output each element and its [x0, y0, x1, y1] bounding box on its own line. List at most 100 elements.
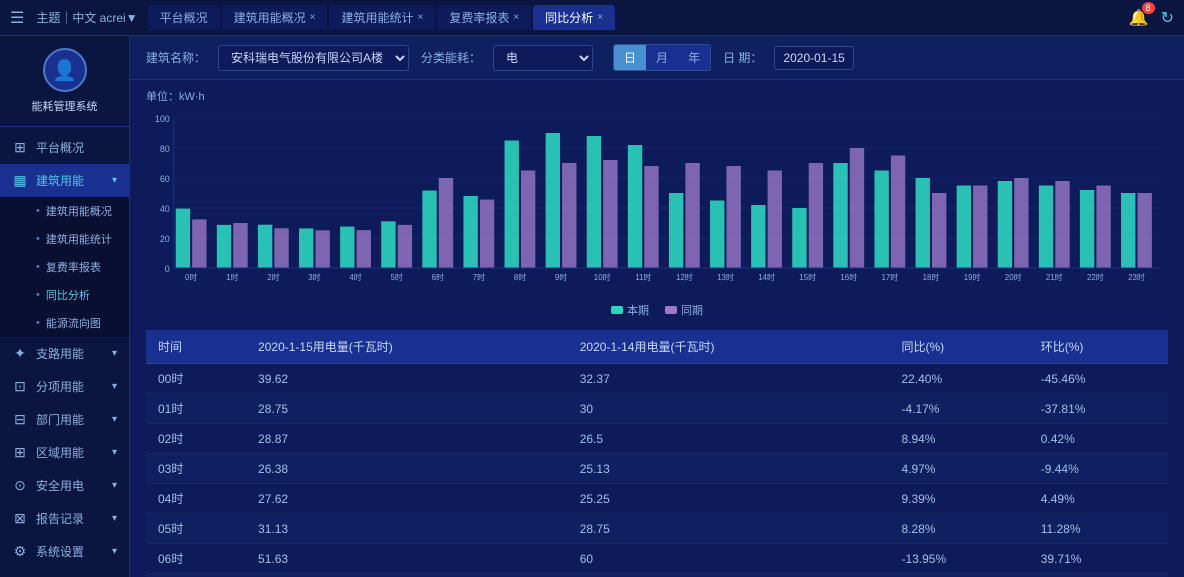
top-tab[interactable]: 平台概况: [148, 5, 220, 30]
sidebar-icon: ⊠: [12, 510, 28, 527]
notification-icon[interactable]: 🔔 8: [1129, 8, 1149, 28]
svg-text:16时: 16时: [840, 272, 857, 282]
theme-label[interactable]: 主题｜中文 acrei▼: [36, 9, 137, 26]
close-tab-icon[interactable]: ×: [417, 12, 423, 23]
table-cell: 07时: [146, 574, 246, 577]
close-tab-icon[interactable]: ×: [310, 12, 316, 23]
table-cell: 06时: [146, 544, 246, 574]
table-cell: 4.97%: [889, 454, 1028, 484]
svg-text:5时: 5时: [391, 272, 403, 282]
table-cell: 30: [568, 394, 890, 424]
svg-text:20: 20: [160, 234, 170, 244]
top-bar: ☰ 主题｜中文 acrei▼ 平台概况建筑用能概况×建筑用能统计×复费率报表×同…: [0, 0, 1184, 36]
sidebar-item[interactable]: ▦ 建筑用能 ▾: [0, 164, 129, 197]
sidebar-item[interactable]: ⚙ 系统设置 ▾: [0, 535, 129, 568]
sidebar-sub-item[interactable]: 建筑用能概况: [28, 197, 129, 225]
legend-current-dot: [611, 306, 623, 314]
table-cell: 9.39%: [889, 484, 1028, 514]
svg-text:9时: 9时: [555, 272, 567, 282]
content-area: 建筑名称： 安科瑞电气股份有限公司A楼 分类能耗： 电 日 月 年 日 期： 2…: [130, 36, 1184, 577]
sidebar: 👤 能耗管理系统 ⊞ 平台概况 ▦ 建筑用能 ▾建筑用能概况建筑用能统计复费率报…: [0, 36, 130, 577]
sidebar-item[interactable]: ⊞ 区域用能 ▾: [0, 436, 129, 469]
filter-bar: 建筑名称： 安科瑞电气股份有限公司A楼 分类能耗： 电 日 月 年 日 期： 2…: [130, 36, 1184, 80]
sidebar-item[interactable]: ⊠ 报告记录 ▾: [0, 502, 129, 535]
table-cell: -13.95%: [889, 544, 1028, 574]
sidebar-sub-item[interactable]: 建筑用能统计: [28, 225, 129, 253]
hamburger-icon[interactable]: ☰: [10, 8, 24, 28]
table-header: 环比(%): [1029, 330, 1168, 364]
svg-text:23时: 23时: [1128, 272, 1145, 282]
table-cell: 45.63: [568, 574, 890, 577]
svg-text:4时: 4时: [349, 272, 361, 282]
sidebar-item-label: 支路用能: [36, 345, 84, 362]
close-tab-icon[interactable]: ×: [597, 12, 603, 23]
refresh-icon[interactable]: ↻: [1161, 8, 1174, 28]
unit-label: 单位：kW·h: [146, 88, 1168, 104]
sidebar-item-label: 部门用能: [36, 411, 84, 428]
sidebar-profile: 👤 能耗管理系统: [0, 36, 129, 127]
sidebar-sub-item[interactable]: 同比分析: [28, 281, 129, 309]
chevron-icon: ▾: [112, 381, 117, 392]
table-cell: 8.28%: [889, 514, 1028, 544]
category-label: 分类能耗：: [421, 49, 481, 66]
svg-text:6时: 6时: [432, 272, 444, 282]
table-row: 02时28.8726.58.94%0.42%: [146, 424, 1168, 454]
close-tab-icon[interactable]: ×: [513, 12, 519, 23]
table-cell: 32.37: [568, 364, 890, 394]
table-cell: -7.56%: [1029, 574, 1168, 577]
svg-text:17时: 17时: [882, 272, 899, 282]
svg-text:1时: 1时: [226, 272, 238, 282]
main-layout: 👤 能耗管理系统 ⊞ 平台概况 ▦ 建筑用能 ▾建筑用能概况建筑用能统计复费率报…: [0, 36, 1184, 577]
chevron-icon: ▾: [112, 348, 117, 359]
table-row: 03时26.3825.134.97%-9.44%: [146, 454, 1168, 484]
svg-text:18时: 18时: [923, 272, 940, 282]
sidebar-item[interactable]: ⊡ 分项用能 ▾: [0, 370, 129, 403]
table-section: 时间2020-1-15用电量(千瓦时)2020-1-14用电量(千瓦时)同比(%…: [130, 330, 1184, 577]
table-cell: -37.81%: [1029, 394, 1168, 424]
top-tab[interactable]: 复费率报表×: [437, 5, 531, 30]
sidebar-item[interactable]: ⊞ 平台概况: [0, 131, 129, 164]
svg-text:60: 60: [160, 174, 170, 184]
sidebar-icon: ⊞: [12, 444, 28, 461]
svg-text:11时: 11时: [635, 272, 651, 282]
view-month-btn[interactable]: 月: [646, 45, 678, 70]
chart-container: 0204060801000时1时2时3时4时5时6时7时8时9时10时11时12…: [146, 108, 1168, 298]
sidebar-sub-item[interactable]: 复费率报表: [28, 253, 129, 281]
table-cell: 01时: [146, 394, 246, 424]
sidebar-item-label: 报告记录: [36, 510, 84, 527]
table-header: 同比(%): [889, 330, 1028, 364]
sidebar-item[interactable]: ⊙ 安全用电 ▾: [0, 469, 129, 502]
date-value[interactable]: 2020-01-15: [774, 46, 853, 70]
table-cell: 03时: [146, 454, 246, 484]
table-cell: 04时: [146, 484, 246, 514]
sidebar-item-label: 分项用能: [36, 378, 84, 395]
view-day-btn[interactable]: 日: [614, 45, 646, 70]
table-row: 06时51.6360-13.95%39.71%: [146, 544, 1168, 574]
sidebar-item[interactable]: ⊟ 部门用能 ▾: [0, 403, 129, 436]
table-cell: 31.13: [246, 514, 568, 544]
top-tab[interactable]: 建筑用能统计×: [329, 5, 435, 30]
chart-svg: 0204060801000时1时2时3时4时5时6时7时8时9时10时11时12…: [146, 108, 1168, 298]
sidebar-icon: ▦: [12, 172, 28, 189]
svg-text:8时: 8时: [514, 272, 526, 282]
table-cell: -45.46%: [1029, 364, 1168, 394]
chevron-icon: ▾: [112, 447, 117, 458]
top-tab[interactable]: 建筑用能概况×: [222, 5, 328, 30]
table-header: 2020-1-15用电量(千瓦时): [246, 330, 568, 364]
building-select[interactable]: 安科瑞电气股份有限公司A楼: [218, 45, 409, 71]
table-cell: 28.87: [246, 424, 568, 454]
table-cell: 27.62: [246, 484, 568, 514]
svg-text:3时: 3时: [308, 272, 320, 282]
top-bar-left: ☰ 主题｜中文 acrei▼: [10, 8, 138, 28]
chevron-icon: ▾: [112, 480, 117, 491]
chevron-icon: ▾: [112, 513, 117, 524]
sidebar-item[interactable]: ✦ 支路用能 ▾: [0, 337, 129, 370]
view-btn-group: 日 月 年: [613, 44, 711, 71]
sidebar-sub-item[interactable]: 能源流向图: [28, 309, 129, 337]
view-year-btn[interactable]: 年: [678, 45, 710, 70]
sidebar-item-label: 建筑用能: [36, 172, 84, 189]
category-select[interactable]: 电: [493, 45, 593, 71]
top-tab[interactable]: 同比分析×: [533, 5, 615, 30]
svg-text:40: 40: [160, 204, 170, 214]
table-cell: -4.17%: [889, 394, 1028, 424]
